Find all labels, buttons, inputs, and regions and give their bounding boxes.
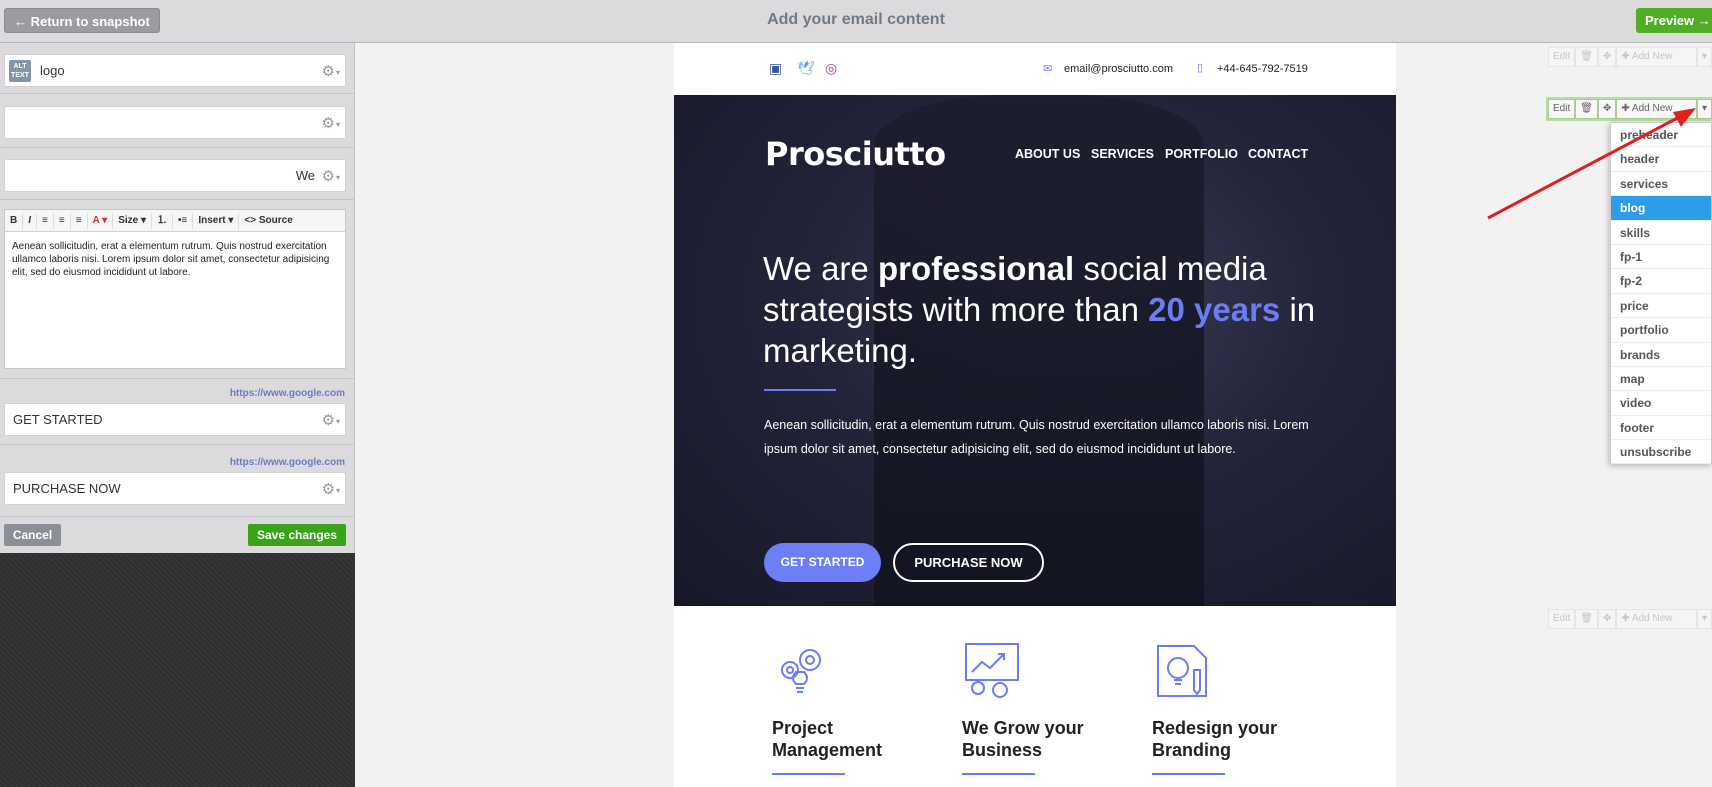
annotation-arrow xyxy=(1487,108,1696,220)
